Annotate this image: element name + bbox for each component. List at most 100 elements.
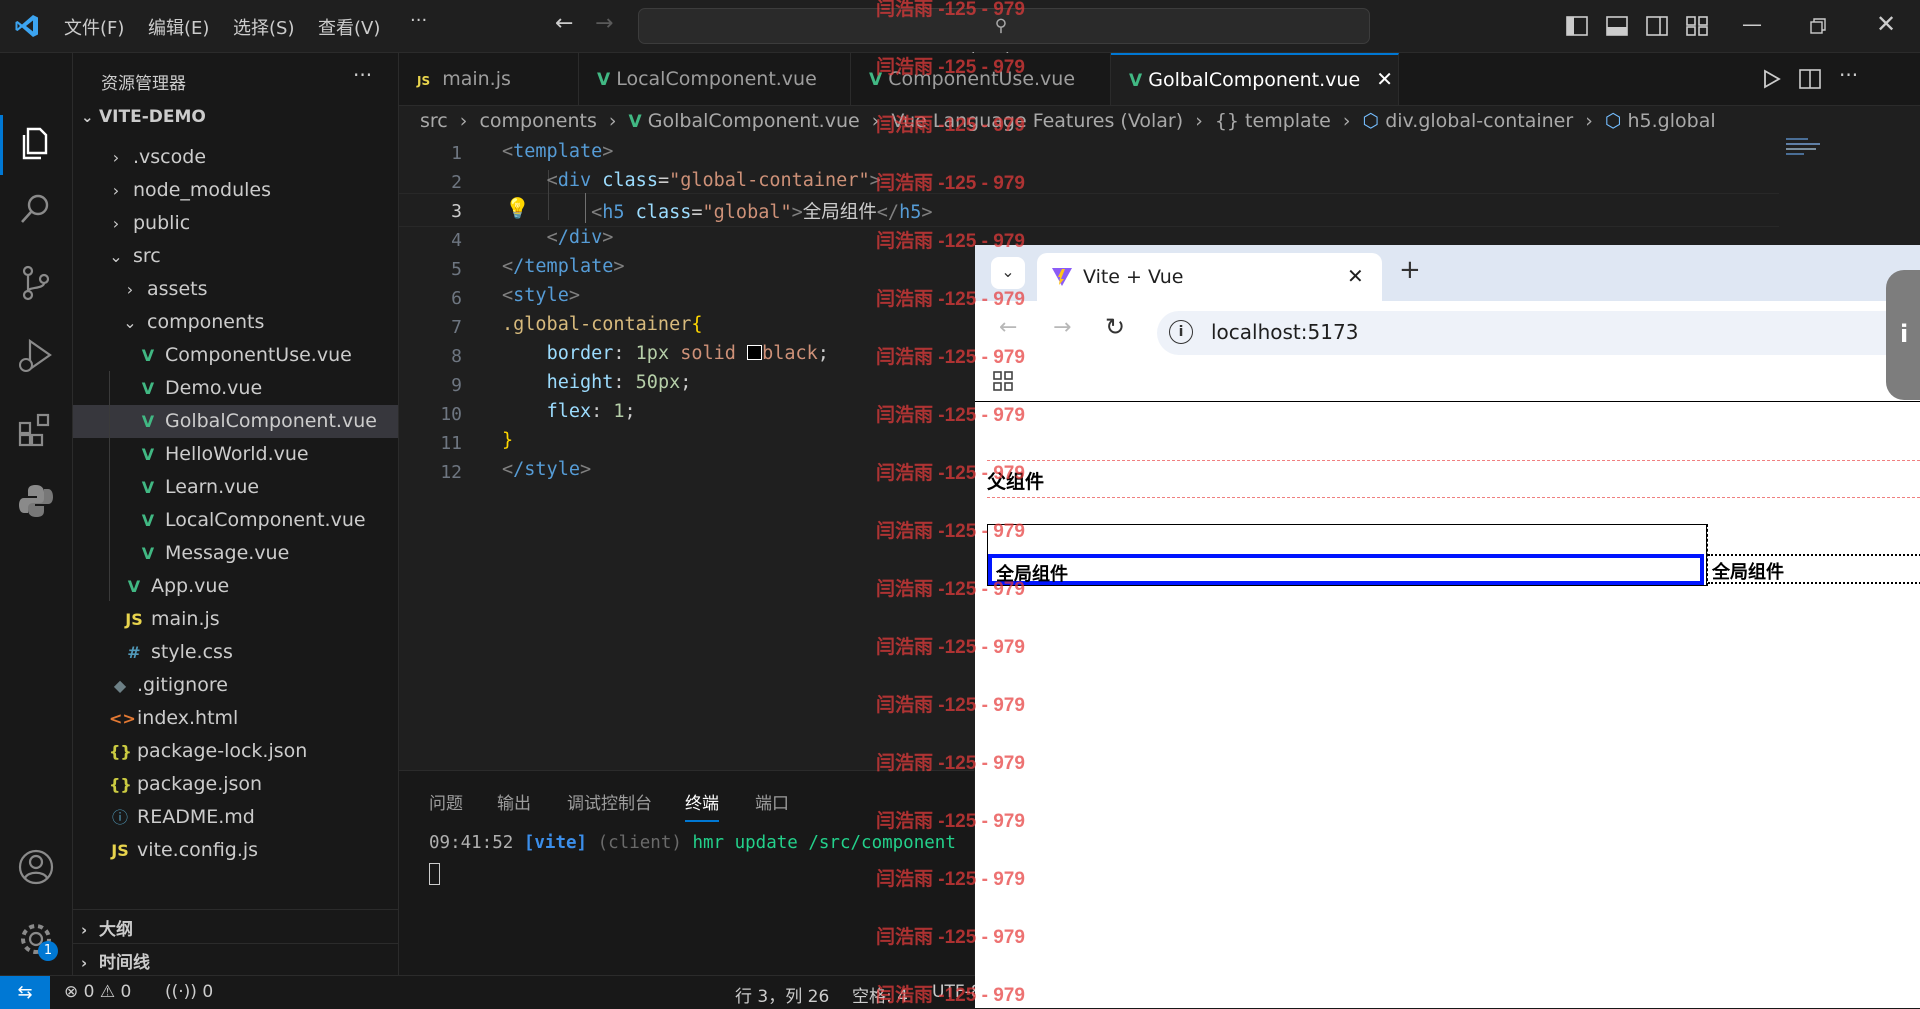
menu-file[interactable]: 文件(F) — [64, 14, 124, 40]
panel-tab-ports[interactable]: 端口 — [755, 789, 789, 814]
code-line-11[interactable]: } — [502, 430, 513, 451]
code-line-8[interactable]: border: 1px solid black; — [502, 343, 829, 364]
site-info-icon[interactable]: i — [1169, 320, 1193, 344]
vue-file-icon: V — [141, 379, 155, 398]
code-line-4[interactable]: </div> — [502, 227, 614, 248]
breadcrumb-item[interactable]: components — [479, 110, 596, 132]
breadcrumb-item[interactable]: GolbalComponent.vue — [648, 110, 860, 132]
tab-golbalcomponent[interactable]: V GolbalComponent.vue ✕ — [1111, 53, 1399, 105]
breadcrumb-item[interactable]: {} template — [1215, 110, 1331, 132]
tree-item[interactable]: › .vscode — [73, 141, 398, 174]
code-line-5[interactable]: </template> — [502, 256, 625, 277]
close-tab-icon[interactable]: ✕ — [1347, 264, 1364, 288]
tree-item[interactable]: V GolbalComponent.vue — [73, 405, 398, 438]
tab-localcomponent[interactable]: V LocalComponent.vue — [579, 53, 851, 105]
code-line-7[interactable]: .global-container{ — [502, 314, 703, 335]
explorer-more-button[interactable]: ··· — [353, 63, 372, 87]
reload-icon[interactable]: ↻ — [1105, 313, 1125, 341]
run-icon[interactable] — [1761, 69, 1781, 89]
code-line-12[interactable]: </style> — [502, 459, 591, 480]
tree-item[interactable]: ⌄ components — [73, 306, 398, 339]
toggle-secondary-sidebar-icon[interactable] — [1646, 16, 1668, 36]
new-tab-icon[interactable]: + — [1399, 255, 1421, 285]
code-line-9[interactable]: height: 50px; — [502, 372, 692, 393]
tree-item[interactable]: JS vite.config.js — [73, 834, 398, 867]
tree-item[interactable]: <>index.html — [73, 702, 398, 735]
problems-status[interactable]: ⊗ 0 ⚠ 0 — [64, 982, 131, 1002]
panel-tab-output[interactable]: 输出 — [497, 789, 531, 814]
terminal-cursor — [429, 863, 440, 885]
close-tab-icon[interactable]: ✕ — [1376, 67, 1393, 91]
timeline-section[interactable]: › 时间线 — [81, 948, 150, 973]
back-arrow-icon[interactable]: ← — [999, 315, 1017, 340]
tree-item[interactable]: › node_modules — [73, 174, 398, 207]
run-debug-icon[interactable] — [16, 335, 56, 375]
source-control-icon[interactable] — [16, 263, 56, 303]
tree-item[interactable]: JS main.js — [73, 603, 398, 636]
forward-arrow-icon[interactable]: → — [1053, 315, 1071, 340]
tab-main-js[interactable]: JS main.js — [399, 53, 579, 105]
menu-edit[interactable]: 编辑(E) — [148, 14, 209, 40]
menu-selection[interactable]: 选择(S) — [233, 14, 294, 40]
search-icon[interactable] — [16, 189, 56, 229]
panel-tab-debug-console[interactable]: 调试控制台 — [567, 789, 652, 814]
address-bar[interactable]: i localhost:5173 — [1157, 311, 1917, 355]
breadcrumb-item[interactable]: h5.global — [1628, 110, 1716, 132]
code-line-1[interactable]: <template> — [502, 141, 613, 162]
tree-item[interactable]: # style.css — [73, 636, 398, 669]
tree-item[interactable]: V HelloWorld.vue — [73, 438, 398, 471]
minimize-icon[interactable]: — — [1742, 12, 1762, 36]
tree-item[interactable]: V Learn.vue — [73, 471, 398, 504]
tree-item[interactable]: V App.vue — [73, 570, 398, 603]
extensions-icon[interactable] — [16, 409, 56, 449]
breadcrumb-item[interactable]: div.global-container — [1385, 110, 1573, 132]
minimap[interactable] — [1786, 138, 1826, 164]
tree-item[interactable]: V Demo.vue — [73, 372, 398, 405]
side-panel-handle[interactable]: i — [1886, 270, 1920, 400]
code-line-10[interactable]: flex: 1; — [502, 401, 636, 422]
panel-tab-terminal[interactable]: 终端 — [685, 789, 719, 822]
account-icon[interactable] — [16, 847, 56, 887]
tree-item-label: .vscode — [133, 146, 207, 168]
explorer-icon[interactable] — [16, 123, 56, 163]
toggle-sidebar-icon[interactable] — [1566, 16, 1588, 36]
tree-item[interactable]: ◆ .gitignore — [73, 669, 398, 702]
color-swatch-icon[interactable] — [747, 345, 763, 360]
tree-item[interactable]: › assets — [73, 273, 398, 306]
chevron-down-icon: ⌄ — [81, 108, 94, 126]
toggle-panel-icon[interactable] — [1606, 16, 1628, 36]
tree-item[interactable]: V ComponentUse.vue — [73, 339, 398, 372]
breadcrumb-item[interactable]: src — [420, 110, 448, 132]
tree-item[interactable]: V Message.vue — [73, 537, 398, 570]
terminal-output[interactable]: 09:41:52 [vite] (client) hmr update /src… — [429, 833, 956, 853]
code-line-3[interactable]: <h5 class="global">全局组件</h5> — [502, 198, 932, 224]
tree-item[interactable]: {} package.json — [73, 768, 398, 801]
tree-item-label: LocalComponent.vue — [165, 509, 366, 531]
python-icon[interactable] — [16, 481, 56, 521]
close-window-icon[interactable]: ✕ — [1876, 10, 1896, 38]
customize-layout-icon[interactable] — [1686, 16, 1708, 36]
menu-view[interactable]: 查看(V) — [318, 14, 380, 40]
tree-item[interactable]: V LocalComponent.vue — [73, 504, 398, 537]
tree-item[interactable]: › public — [73, 207, 398, 240]
browser-tab[interactable]: Vite + Vue ✕ — [1037, 253, 1382, 301]
cursor-position[interactable]: 行 3，列 26 — [735, 982, 829, 1007]
tree-item[interactable]: ⌄ src — [73, 240, 398, 273]
git-file-icon: ◆ — [113, 676, 127, 695]
restore-icon[interactable] — [1810, 18, 1826, 34]
split-editor-icon[interactable] — [1799, 69, 1821, 89]
apps-grid-icon[interactable] — [993, 371, 1013, 391]
project-root[interactable]: ⌄ VITE-DEMO — [81, 107, 206, 127]
ports-status[interactable]: ((·)) 0 — [165, 982, 213, 1002]
editor-more-icon[interactable]: ··· — [1839, 63, 1858, 87]
code-line-6[interactable]: <style> — [502, 285, 580, 306]
tree-item[interactable]: {} package-lock.json — [73, 735, 398, 768]
tree-item[interactable]: ⓘ README.md — [73, 801, 398, 834]
code-line-2[interactable]: <div class="global-container"> — [502, 170, 881, 191]
back-arrow-icon[interactable]: ← — [555, 11, 573, 36]
panel-tab-problems[interactable]: 问题 — [429, 789, 463, 814]
menu-more[interactable]: ··· — [410, 10, 427, 31]
forward-arrow-icon[interactable]: → — [595, 11, 613, 36]
outline-section[interactable]: › 大纲 — [81, 915, 133, 940]
remote-icon[interactable]: ⇆ — [0, 976, 50, 1009]
